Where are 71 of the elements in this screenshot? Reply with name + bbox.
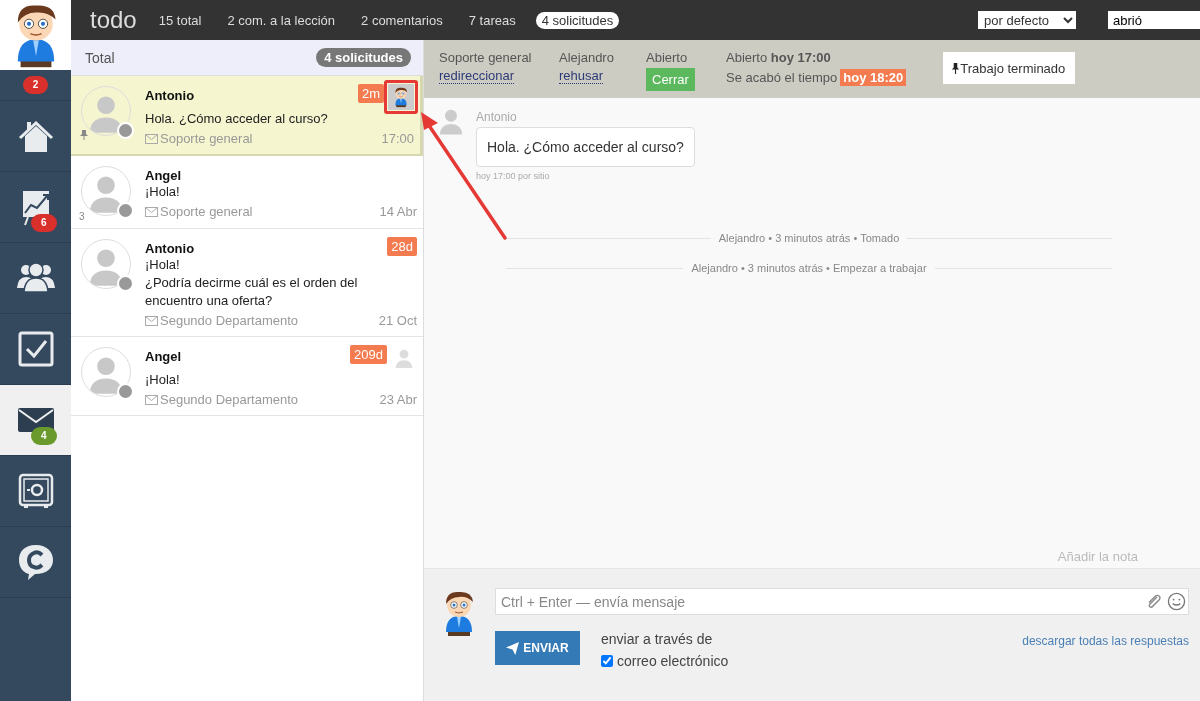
notification-badge: 2	[22, 76, 49, 94]
ticket-item[interactable]: Angel 209d ¡Hola! Segundo Departamento 23 Abr	[71, 337, 423, 416]
work-done-button[interactable]: Trabajo terminado	[943, 52, 1076, 84]
ticket-time: 14 Abr	[379, 203, 417, 221]
status-dot	[117, 122, 134, 139]
send-button[interactable]: ENVIAR	[495, 631, 580, 665]
smiley-icon	[1167, 592, 1186, 611]
ticket-time: 21 Oct	[378, 312, 417, 330]
download-link[interactable]: descargar todas las respuestas	[1022, 634, 1189, 648]
sender-name: Angel	[145, 168, 182, 183]
message-preview: ¡Hola!	[145, 183, 181, 201]
department-label: Soporte general	[439, 50, 533, 65]
filter-tab[interactable]: 7 tareas	[462, 11, 522, 29]
ticket-time: 17:00	[381, 130, 414, 148]
pin-icon	[951, 62, 961, 74]
count-badge: 4	[31, 427, 57, 445]
list-title: Total	[85, 49, 115, 66]
ticket-time: 23 Abr	[379, 391, 417, 409]
count-badge: 4 solicitudes	[316, 48, 411, 67]
department-label: Soporte general	[160, 203, 253, 221]
message-author: Antonio	[476, 110, 518, 124]
reply-count: 3	[79, 211, 85, 222]
filter-field[interactable]: abrió	[1108, 11, 1200, 29]
redirect-link[interactable]: redireccionar	[439, 68, 515, 84]
filter-tab[interactable]: 2 com. a la lección	[221, 11, 342, 29]
message-preview: ¡Hola!	[145, 256, 181, 274]
message-meta: hoy 17:00 por sitio	[476, 171, 551, 181]
age-badge: 2m	[357, 84, 384, 103]
department-label: Soporte general	[160, 130, 253, 148]
department-label: Segundo Departamento	[160, 391, 299, 409]
email-checkbox[interactable]	[601, 655, 613, 667]
status-dot	[117, 275, 134, 292]
person-silhouette-icon	[393, 347, 415, 369]
status-dot	[117, 202, 134, 219]
filter-tab[interactable]: 15 total	[152, 11, 208, 29]
sender-name: Angel	[145, 349, 182, 364]
message-preview: ¡Hola!	[145, 371, 181, 389]
paper-plane-icon	[506, 641, 520, 655]
status-label: Abierto	[646, 50, 689, 65]
envelope-icon	[145, 134, 158, 144]
checkbox-label: correo electrónico	[617, 653, 729, 669]
message-preview: ¿Podría decirme cuál es el orden del encuentro una oferta?	[145, 274, 359, 310]
assignee-name: Alejandro	[559, 50, 615, 65]
sender-name: Antonio	[145, 241, 195, 256]
ticket-item[interactable]: 3 Angel ¡Hola! Soporte general 14 Abr	[71, 156, 423, 229]
send-via-label: enviar a través de	[601, 631, 714, 647]
envelope-icon	[145, 316, 158, 326]
department-label: Segundo Departamento	[160, 312, 299, 330]
envelope-icon	[145, 207, 158, 217]
ticket-item[interactable]: Antonio 2m Hola. ¿Cómo acceder al curso? Soporte general 17:00	[71, 76, 423, 156]
status-dot	[117, 383, 134, 400]
envelope-icon	[145, 395, 158, 405]
deadline-badge: hoy 18:20	[840, 69, 907, 86]
sort-dropdown[interactable]: por defecto	[978, 11, 1076, 29]
filter-tab[interactable]: 4 solicitudes	[535, 11, 620, 29]
deadline-label: Se acabó el tiempo	[726, 70, 838, 85]
message-preview: Hola. ¿Cómo acceder al curso?	[145, 110, 329, 128]
reject-link[interactable]: rehusar	[559, 68, 604, 84]
page-title: todo	[90, 6, 137, 34]
age-badge: 209d	[350, 345, 387, 364]
sender-name: Antonio	[145, 88, 195, 103]
message-input[interactable]: Ctrl + Enter — envía mensaje	[495, 588, 1189, 615]
opened-time: Abierto hoy 17:00	[726, 50, 832, 65]
ticket-item[interactable]: Antonio 28d ¡Hola! ¿Podría decirme cuál es el orden del encuentro una oferta? Segundo Departamento 21 Oct	[71, 229, 423, 337]
event-log-entry: Alejandro • 3 minutos atrás • Tomado	[506, 223, 1112, 253]
nav-item[interactable]: 6	[0, 172, 71, 243]
count-badge: 6	[31, 214, 57, 232]
age-badge: 28d	[387, 237, 417, 256]
message-bubble: Hola. ¿Cómo acceder al curso?	[476, 127, 695, 167]
event-log-entry: Alejandro • 3 minutos atrás • Empezar a trabajar	[506, 253, 1112, 283]
filter-tab[interactable]: 2 comentarios	[355, 11, 449, 29]
